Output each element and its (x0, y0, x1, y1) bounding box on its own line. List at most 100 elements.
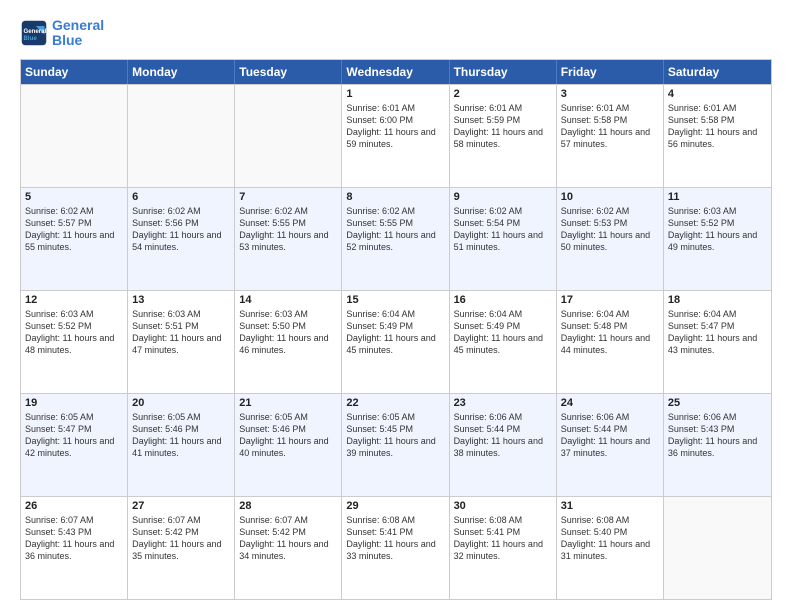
day-number: 10 (561, 191, 659, 203)
day-number: 16 (454, 294, 552, 306)
day-cell-2: 2Sunrise: 6:01 AM Sunset: 5:59 PM Daylig… (450, 85, 557, 187)
cell-info: Sunrise: 6:05 AM Sunset: 5:46 PM Dayligh… (239, 411, 337, 460)
cell-info: Sunrise: 6:05 AM Sunset: 5:46 PM Dayligh… (132, 411, 230, 460)
calendar-row-4: 19Sunrise: 6:05 AM Sunset: 5:47 PM Dayli… (21, 393, 771, 496)
calendar-row-1: 1Sunrise: 6:01 AM Sunset: 6:00 PM Daylig… (21, 84, 771, 187)
day-cell-6: 6 Sunrise: 6:02 AM Sunset: 5:56 PM Daylig… (128, 188, 235, 290)
day-cell-7: 7 Sunrise: 6:02 AM Sunset: 5:55 PM Daylig… (235, 188, 342, 290)
day-cell-27: 27 Sunrise: 6:07 AM Sunset: 5:42 PM Dayli… (128, 497, 235, 599)
cell-info: Sunrise: 6:07 AM Sunset: 5:42 PM Dayligh… (239, 514, 337, 563)
day-number: 20 (132, 397, 230, 409)
day-number: 7 (239, 191, 337, 203)
day-number: 21 (239, 397, 337, 409)
cell-info: Sunrise: 6:02 AM Sunset: 5:54 PM Dayligh… (454, 205, 552, 254)
cell-info: Sunrise: 6:08 AM Sunset: 5:41 PM Dayligh… (346, 514, 444, 563)
empty-cell (21, 85, 128, 187)
cell-info: Sunrise: 6:04 AM Sunset: 5:47 PM Dayligh… (668, 308, 767, 357)
day-number: 8 (346, 191, 444, 203)
header-day-tuesday: Tuesday (235, 60, 342, 84)
header: General Blue General Blue (20, 18, 772, 49)
empty-cell (664, 497, 771, 599)
day-cell-16: 16 Sunrise: 6:04 AM Sunset: 5:49 PM Dayli… (450, 291, 557, 393)
day-number: 18 (668, 294, 767, 306)
day-number: 14 (239, 294, 337, 306)
cell-info: Sunrise: 6:07 AM Sunset: 5:42 PM Dayligh… (132, 514, 230, 563)
cell-info: Sunrise: 6:02 AM Sunset: 5:55 PM Dayligh… (239, 205, 337, 254)
day-cell-31: 31Sunrise: 6:08 AM Sunset: 5:40 PM Dayli… (557, 497, 664, 599)
day-number: 17 (561, 294, 659, 306)
day-number: 13 (132, 294, 230, 306)
logo: General Blue General Blue (20, 18, 104, 49)
day-cell-9: 9Sunrise: 6:02 AM Sunset: 5:54 PM Daylig… (450, 188, 557, 290)
day-cell-20: 20 Sunrise: 6:05 AM Sunset: 5:46 PM Dayli… (128, 394, 235, 496)
cell-info: Sunrise: 6:06 AM Sunset: 5:43 PM Dayligh… (668, 411, 767, 460)
header-day-monday: Monday (128, 60, 235, 84)
day-cell-23: 23 Sunrise: 6:06 AM Sunset: 5:44 PM Dayli… (450, 394, 557, 496)
day-cell-12: 12 Sunrise: 6:03 AM Sunset: 5:52 PM Dayli… (21, 291, 128, 393)
cell-info: Sunrise: 6:08 AM Sunset: 5:41 PM Dayligh… (454, 514, 552, 563)
day-number: 22 (346, 397, 444, 409)
day-number: 29 (346, 500, 444, 512)
cell-info: Sunrise: 6:01 AM Sunset: 5:58 PM Dayligh… (668, 102, 767, 151)
day-cell-14: 14 Sunrise: 6:03 AM Sunset: 5:50 PM Dayli… (235, 291, 342, 393)
day-number: 5 (25, 191, 123, 203)
day-number: 19 (25, 397, 123, 409)
day-number: 15 (346, 294, 444, 306)
calendar: SundayMondayTuesdayWednesdayThursdayFrid… (20, 59, 772, 600)
day-number: 26 (25, 500, 123, 512)
svg-text:General: General (24, 28, 47, 35)
page: General Blue General Blue SundayMondayTu… (0, 0, 792, 612)
day-cell-28: 28 Sunrise: 6:07 AM Sunset: 5:42 PM Dayli… (235, 497, 342, 599)
logo-icon: General Blue (20, 19, 48, 47)
empty-cell (128, 85, 235, 187)
day-number: 27 (132, 500, 230, 512)
cell-info: Sunrise: 6:03 AM Sunset: 5:50 PM Dayligh… (239, 308, 337, 357)
calendar-row-2: 5 Sunrise: 6:02 AM Sunset: 5:57 PM Daylig… (21, 187, 771, 290)
header-day-saturday: Saturday (664, 60, 771, 84)
day-number: 25 (668, 397, 767, 409)
day-number: 6 (132, 191, 230, 203)
day-cell-19: 19Sunrise: 6:05 AM Sunset: 5:47 PM Dayli… (21, 394, 128, 496)
cell-info: Sunrise: 6:01 AM Sunset: 5:58 PM Dayligh… (561, 102, 659, 151)
cell-info: Sunrise: 6:04 AM Sunset: 5:49 PM Dayligh… (346, 308, 444, 357)
cell-info: Sunrise: 6:04 AM Sunset: 5:49 PM Dayligh… (454, 308, 552, 357)
cell-info: Sunrise: 6:03 AM Sunset: 5:51 PM Dayligh… (132, 308, 230, 357)
calendar-header: SundayMondayTuesdayWednesdayThursdayFrid… (21, 60, 771, 84)
cell-info: Sunrise: 6:02 AM Sunset: 5:53 PM Dayligh… (561, 205, 659, 254)
cell-info: Sunrise: 6:01 AM Sunset: 5:59 PM Dayligh… (454, 102, 552, 151)
cell-info: Sunrise: 6:08 AM Sunset: 5:40 PM Dayligh… (561, 514, 659, 563)
header-day-sunday: Sunday (21, 60, 128, 84)
day-number: 12 (25, 294, 123, 306)
day-cell-8: 8Sunrise: 6:02 AM Sunset: 5:55 PM Daylig… (342, 188, 449, 290)
calendar-body: 1Sunrise: 6:01 AM Sunset: 6:00 PM Daylig… (21, 84, 771, 599)
day-cell-17: 17 Sunrise: 6:04 AM Sunset: 5:48 PM Dayli… (557, 291, 664, 393)
day-cell-26: 26Sunrise: 6:07 AM Sunset: 5:43 PM Dayli… (21, 497, 128, 599)
logo-text: General Blue (52, 18, 104, 49)
cell-info: Sunrise: 6:06 AM Sunset: 5:44 PM Dayligh… (454, 411, 552, 460)
svg-text:Blue: Blue (24, 35, 38, 42)
header-day-thursday: Thursday (450, 60, 557, 84)
day-number: 28 (239, 500, 337, 512)
empty-cell (235, 85, 342, 187)
day-cell-13: 13 Sunrise: 6:03 AM Sunset: 5:51 PM Dayli… (128, 291, 235, 393)
day-cell-10: 10 Sunrise: 6:02 AM Sunset: 5:53 PM Dayli… (557, 188, 664, 290)
day-cell-15: 15 Sunrise: 6:04 AM Sunset: 5:49 PM Dayli… (342, 291, 449, 393)
header-day-friday: Friday (557, 60, 664, 84)
day-cell-11: 11Sunrise: 6:03 AM Sunset: 5:52 PM Dayli… (664, 188, 771, 290)
day-cell-25: 25 Sunrise: 6:06 AM Sunset: 5:43 PM Dayli… (664, 394, 771, 496)
day-number: 23 (454, 397, 552, 409)
day-number: 24 (561, 397, 659, 409)
cell-info: Sunrise: 6:05 AM Sunset: 5:45 PM Dayligh… (346, 411, 444, 460)
cell-info: Sunrise: 6:06 AM Sunset: 5:44 PM Dayligh… (561, 411, 659, 460)
day-cell-4: 4 Sunrise: 6:01 AM Sunset: 5:58 PM Daylig… (664, 85, 771, 187)
day-number: 1 (346, 88, 444, 100)
cell-info: Sunrise: 6:02 AM Sunset: 5:57 PM Dayligh… (25, 205, 123, 254)
cell-info: Sunrise: 6:04 AM Sunset: 5:48 PM Dayligh… (561, 308, 659, 357)
day-cell-29: 29 Sunrise: 6:08 AM Sunset: 5:41 PM Dayli… (342, 497, 449, 599)
cell-info: Sunrise: 6:03 AM Sunset: 5:52 PM Dayligh… (25, 308, 123, 357)
day-cell-3: 3 Sunrise: 6:01 AM Sunset: 5:58 PM Daylig… (557, 85, 664, 187)
day-number: 3 (561, 88, 659, 100)
day-number: 4 (668, 88, 767, 100)
calendar-row-3: 12 Sunrise: 6:03 AM Sunset: 5:52 PM Dayli… (21, 290, 771, 393)
cell-info: Sunrise: 6:02 AM Sunset: 5:56 PM Dayligh… (132, 205, 230, 254)
